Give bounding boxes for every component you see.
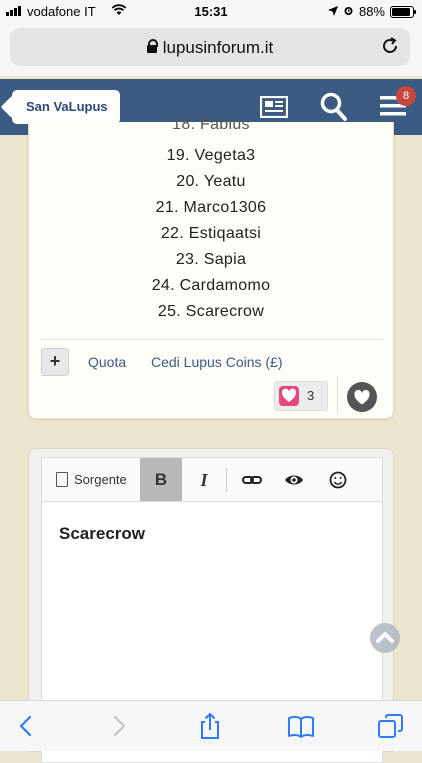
editor-toolbar: Sorgente B I [41,457,383,502]
divider [41,339,383,340]
list-item-partial: 18. Fabius [172,116,250,133]
list-item: 21. Marco1306 [155,199,267,216]
link-icon[interactable] [232,458,272,502]
share-icon[interactable] [195,711,225,741]
forward-icon[interactable] [103,711,133,741]
quote-link[interactable]: Quota [88,354,126,370]
post-card: 18. Fabius 19. Vegeta3 20. Yeatu 21. Mar… [28,116,394,419]
list-item: 24. Cardamomo [151,277,271,294]
chevron-up-icon [376,632,394,643]
eye-icon[interactable] [272,458,316,502]
reload-icon[interactable] [380,36,400,61]
back-button-label: San VaLupus [26,99,108,114]
bookmarks-icon[interactable] [286,711,316,741]
address-bar[interactable]: lupusinforum.it [10,28,410,66]
editor-content[interactable]: Scarecrow [59,524,145,544]
scroll-to-top-button[interactable] [370,623,400,653]
lock-icon [146,39,158,53]
tabs-icon[interactable] [376,711,406,741]
back-icon[interactable] [12,711,42,741]
heart-icon [279,386,299,406]
battery-icon [390,5,416,18]
emoji-icon[interactable] [316,458,360,502]
divider [337,376,338,414]
react-heart-button[interactable] [347,382,377,412]
location-icon [327,4,338,19]
toolbar-divider [226,468,227,492]
source-icon [56,472,68,487]
address-text-row[interactable]: lupusinforum.it [10,38,410,58]
list-item: 25. Scarecrow [157,303,265,320]
italic-button[interactable]: I [184,458,224,502]
source-label: Sorgente [74,472,127,487]
battery-percent: 88% [358,4,385,19]
list-item: 20. Yeatu [176,173,246,190]
list-item: 23. Sapia [175,251,247,268]
status-bar: vodafone IT 15:31 88% [0,0,422,24]
status-right: 88% [327,4,416,19]
url-text[interactable]: lupusinforum.it [163,38,274,57]
reaction-count-box[interactable]: 3 [274,381,328,411]
list-item: 19. Vegeta3 [166,147,256,164]
alarm-icon [343,4,354,19]
browser-toolbar [0,700,422,751]
source-button[interactable]: Sorgente [42,458,138,502]
notification-badge[interactable]: 8 [396,86,416,106]
multiquote-button[interactable]: + [41,348,69,376]
reaction-count: 3 [307,388,315,403]
give-coins-link[interactable]: Cedi Lupus Coins (£) [151,354,283,370]
list-item: 22. Estiqaatsi [160,225,262,242]
browser-chrome: lupusinforum.it [0,24,422,76]
bold-button[interactable]: B [140,458,182,502]
